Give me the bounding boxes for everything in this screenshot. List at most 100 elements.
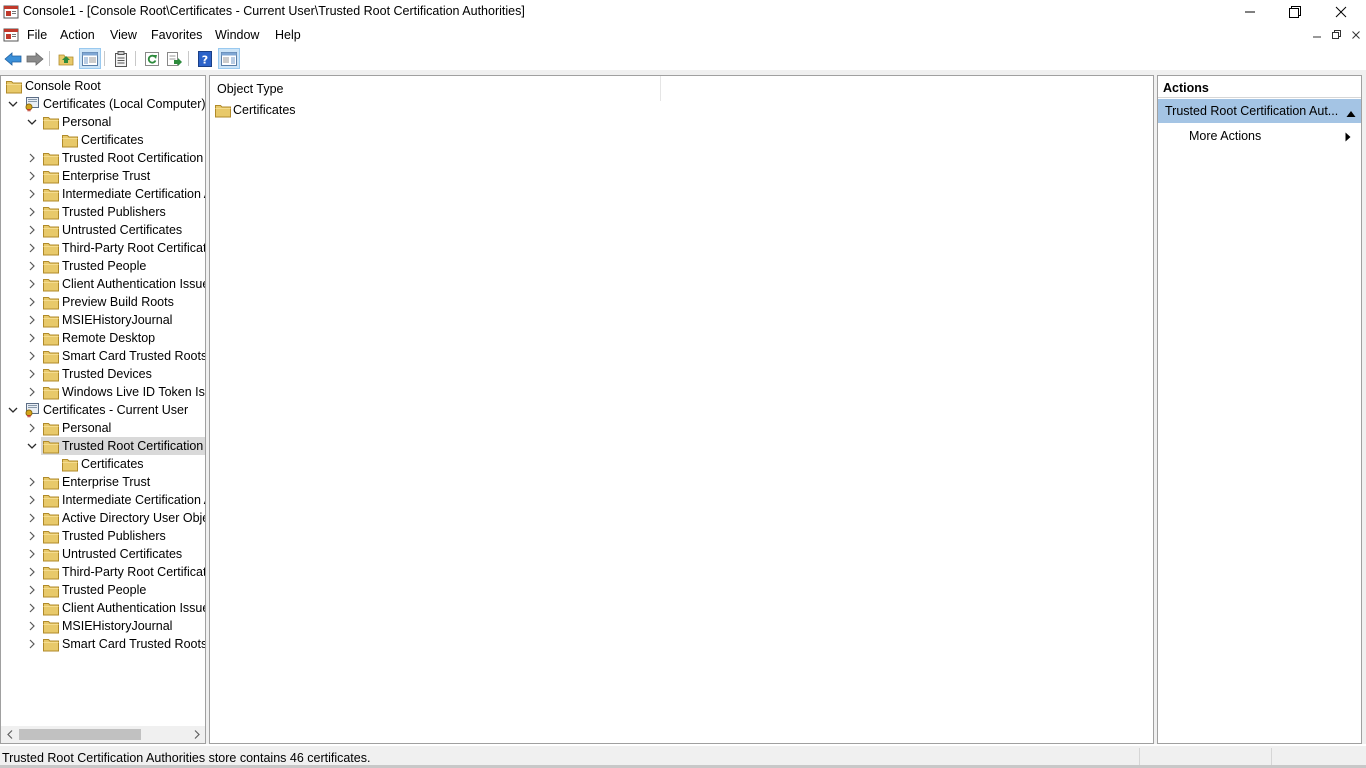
console-tree-pane[interactable]: Console Root Certificates (Local Computer… [0, 75, 206, 744]
list-column-header[interactable]: Object Type [210, 76, 1153, 101]
scroll-right-arrow-icon[interactable] [188, 726, 205, 743]
child-restore-button[interactable] [1327, 27, 1345, 42]
tree-item[interactable]: Trusted People [1, 257, 205, 275]
menu-file[interactable]: File [25, 26, 49, 44]
tree-horizontal-scrollbar[interactable] [1, 726, 205, 743]
properties-button[interactable] [110, 48, 132, 69]
child-minimize-button[interactable] [1308, 27, 1326, 42]
more-actions-label: More Actions [1189, 129, 1262, 143]
tree-item[interactable]: Trusted Root Certification Authorities [1, 437, 205, 455]
refresh-icon [145, 51, 159, 66]
export-list-button[interactable] [163, 48, 185, 69]
tree-item[interactable]: Third-Party Root Certification Authoriti… [1, 563, 205, 581]
chevron-down-icon[interactable] [7, 404, 19, 416]
chevron-down-icon[interactable] [26, 116, 38, 128]
tree-item[interactable]: Enterprise Trust [1, 167, 205, 185]
chevron-right-icon[interactable] [26, 152, 38, 164]
show-hide-action-pane-button[interactable] [218, 48, 240, 69]
tree-item[interactable]: Trusted Root Certification Authorities [1, 149, 205, 167]
up-one-level-button[interactable] [55, 48, 77, 69]
folder-icon [43, 546, 59, 562]
chevron-right-icon[interactable] [26, 296, 38, 308]
tree-item[interactable]: Enterprise Trust [1, 473, 205, 491]
tree-item[interactable]: Certificates [1, 131, 205, 149]
close-button[interactable] [1318, 0, 1364, 24]
tree-item[interactable]: Personal [1, 113, 205, 131]
chevron-right-icon[interactable] [26, 386, 38, 398]
chevron-right-icon[interactable] [26, 638, 38, 650]
tree-item[interactable]: MSIEHistoryJournal [1, 617, 205, 635]
tree-item[interactable]: Windows Live ID Token Issuer [1, 383, 205, 401]
menu-view[interactable]: View [108, 26, 139, 44]
tree-item[interactable]: Intermediate Certification Authorities [1, 185, 205, 203]
tree-item[interactable]: Client Authentication Issuers [1, 275, 205, 293]
chevron-right-icon[interactable] [26, 188, 38, 200]
child-close-button[interactable] [1347, 27, 1365, 42]
chevron-right-icon[interactable] [26, 368, 38, 380]
chevron-right-icon[interactable] [26, 476, 38, 488]
chevron-right-icon[interactable] [26, 620, 38, 632]
tree-item[interactable]: Client Authentication Issuers [1, 599, 205, 617]
restore-button[interactable] [1272, 0, 1318, 24]
collapse-up-icon[interactable] [1346, 107, 1356, 117]
chevron-right-icon[interactable] [26, 170, 38, 182]
tree-item[interactable]: Trusted Devices [1, 365, 205, 383]
chevron-down-icon[interactable] [26, 440, 38, 452]
tree-item[interactable]: Certificates [1, 455, 205, 473]
console-document-icon[interactable] [3, 27, 19, 43]
chevron-right-icon[interactable] [26, 584, 38, 596]
tree-item[interactable]: Remote Desktop [1, 329, 205, 347]
tree-item[interactable]: Personal [1, 419, 205, 437]
back-button[interactable] [2, 48, 24, 69]
tree-item[interactable]: Preview Build Roots [1, 293, 205, 311]
chevron-right-icon[interactable] [26, 422, 38, 434]
chevron-right-icon[interactable] [26, 278, 38, 290]
tree-item[interactable]: Trusted Publishers [1, 203, 205, 221]
help-button[interactable]: ? [194, 48, 216, 69]
chevron-right-icon[interactable] [26, 494, 38, 506]
show-hide-console-tree-button[interactable] [79, 48, 101, 69]
chevron-right-icon[interactable] [26, 224, 38, 236]
tree-item[interactable]: Smart Card Trusted Roots [1, 635, 205, 653]
tree-item[interactable]: Trusted People [1, 581, 205, 599]
tree-item[interactable]: MSIEHistoryJournal [1, 311, 205, 329]
chevron-right-icon[interactable] [26, 242, 38, 254]
tree-item[interactable]: Certificates - Current User [1, 401, 205, 419]
chevron-right-icon[interactable] [26, 314, 38, 326]
chevron-right-icon[interactable] [26, 602, 38, 614]
minimize-button[interactable] [1227, 0, 1273, 24]
tree-item[interactable]: Intermediate Certification Authorities [1, 491, 205, 509]
chevron-right-icon[interactable] [26, 206, 38, 218]
mmc-app-icon[interactable] [3, 4, 19, 20]
chevron-right-icon[interactable] [26, 332, 38, 344]
tree-item[interactable]: Untrusted Certificates [1, 545, 205, 563]
chevron-right-icon[interactable] [26, 530, 38, 542]
more-actions-item[interactable]: More Actions [1158, 126, 1361, 146]
tree-item[interactable]: Active Directory User Object [1, 509, 205, 527]
menu-window[interactable]: Window [213, 26, 261, 44]
column-divider[interactable] [660, 76, 661, 101]
folder-icon [43, 366, 59, 382]
chevron-right-icon[interactable] [26, 566, 38, 578]
scrollbar-thumb[interactable] [19, 729, 141, 740]
chevron-right-icon[interactable] [26, 350, 38, 362]
chevron-right-icon[interactable] [26, 512, 38, 524]
menu-help[interactable]: Help [273, 26, 303, 44]
chevron-right-icon[interactable] [26, 260, 38, 272]
actions-group-header[interactable]: Trusted Root Certification Aut... [1158, 99, 1361, 123]
scroll-left-arrow-icon[interactable] [1, 726, 18, 743]
refresh-button[interactable] [141, 48, 163, 69]
column-object-type[interactable]: Object Type [217, 82, 283, 96]
tree-item[interactable]: Trusted Publishers [1, 527, 205, 545]
chevron-right-icon[interactable] [26, 548, 38, 560]
tree-item[interactable]: Smart Card Trusted Roots [1, 347, 205, 365]
tree-item[interactable]: Third-Party Root Certification Authoriti… [1, 239, 205, 257]
list-item[interactable]: Certificates [214, 102, 414, 120]
tree-item[interactable]: Console Root [1, 77, 205, 95]
menu-action[interactable]: Action [58, 26, 97, 44]
forward-button[interactable] [24, 48, 46, 69]
tree-item[interactable]: Untrusted Certificates [1, 221, 205, 239]
tree-item[interactable]: Certificates (Local Computer) [1, 95, 205, 113]
menu-favorites[interactable]: Favorites [149, 26, 204, 44]
chevron-down-icon[interactable] [7, 98, 19, 110]
